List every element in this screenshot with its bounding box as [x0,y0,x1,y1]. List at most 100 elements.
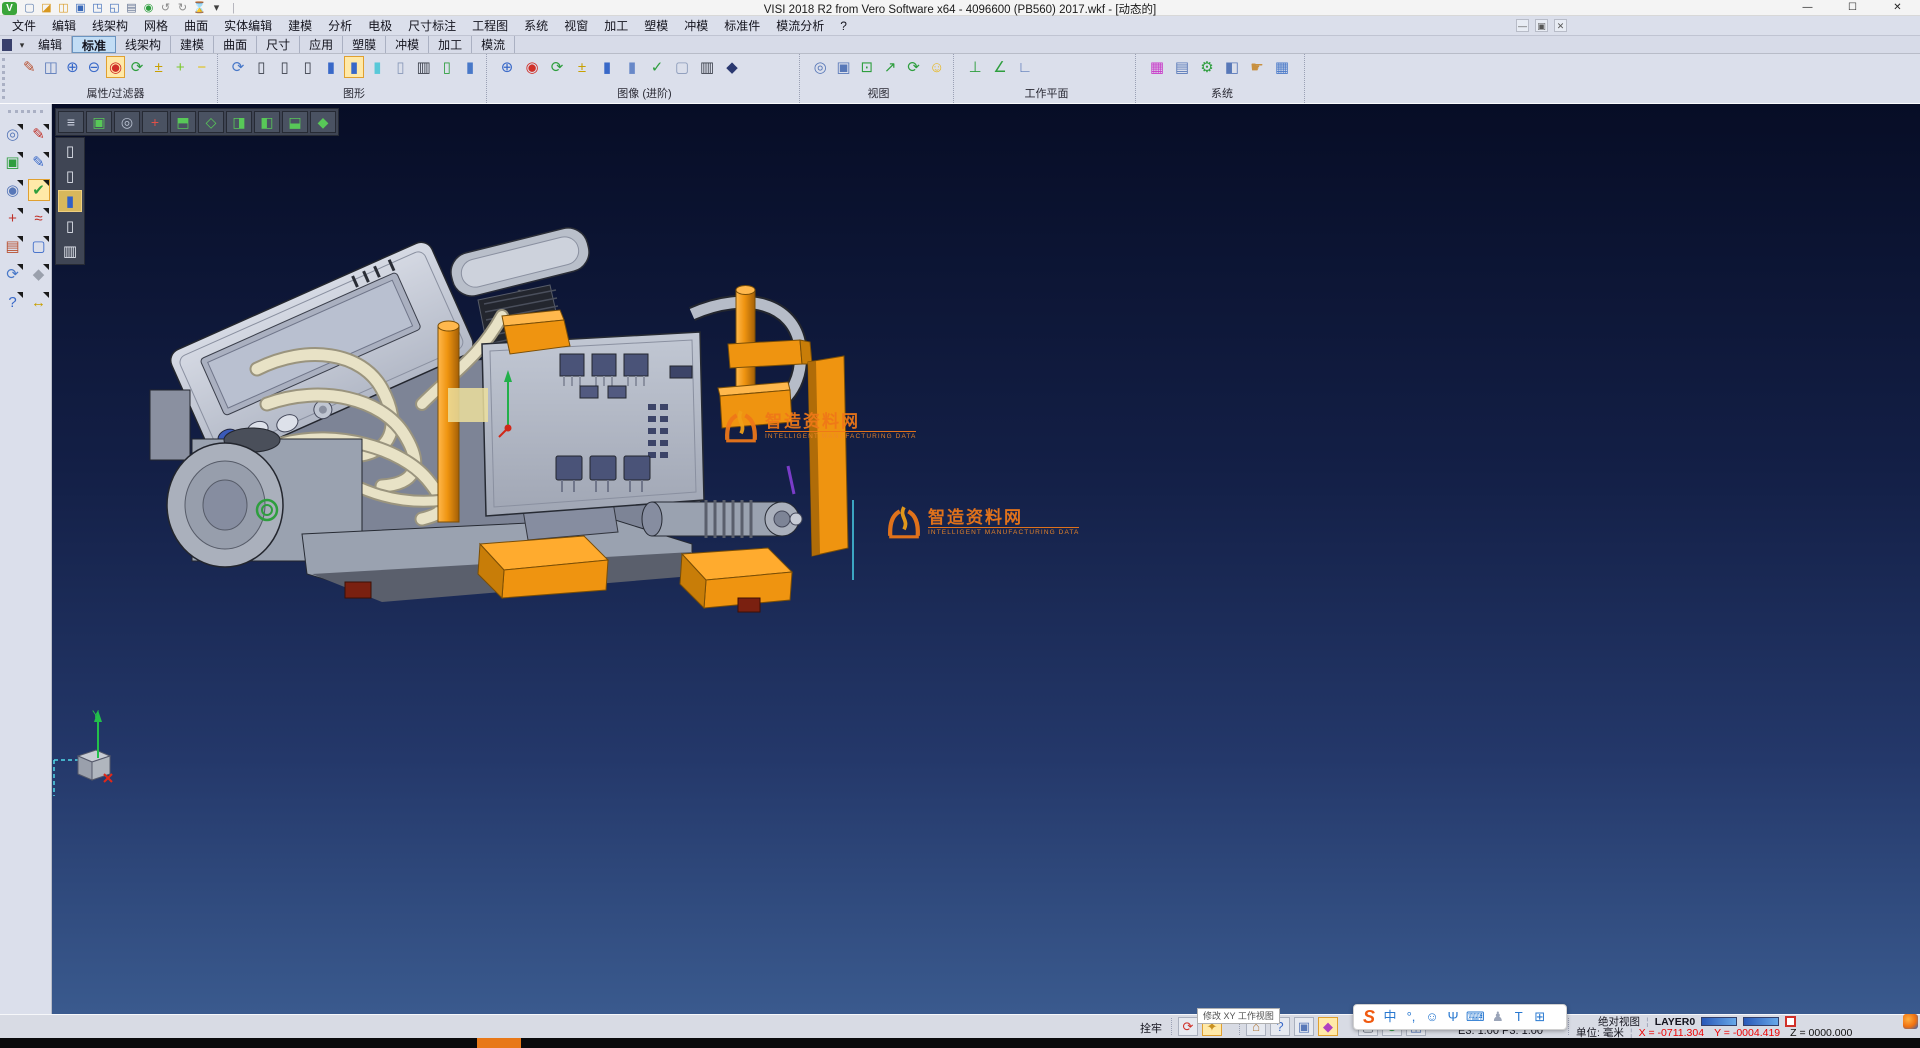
ribbon-grip[interactable] [2,58,6,99]
zoom-window-icon[interactable]: ▣ [833,56,853,78]
erase-entities-icon[interactable]: ✎ [28,123,50,145]
ime-toolbox-icon[interactable]: ⊞ [1532,1005,1548,1029]
3d-model-view[interactable] [52,104,1920,1014]
menu-建模[interactable]: 建模 [280,15,320,36]
measure-distance-icon[interactable]: ↔ [28,291,50,313]
menu-?[interactable]: ? [832,17,855,35]
visi-app-logo[interactable]: V [2,2,17,15]
shade-mode-icon[interactable]: ◆ [28,263,50,285]
save-as-icon[interactable]: ◳ [89,1,106,16]
tab-编辑[interactable]: 编辑 [29,36,72,53]
layer-style-shaded-icon[interactable]: ▮ [58,190,82,212]
tab-线架构[interactable]: 线架构 [116,36,171,53]
layer-style-ghost-icon[interactable]: ▯ [58,215,82,237]
view-left-icon[interactable]: ◧ [254,111,280,133]
tab-建模[interactable]: 建模 [171,36,214,53]
save-all-icon[interactable]: ◱ [106,1,123,16]
adv-filter-icon[interactable]: ◉ [521,56,543,78]
layer-color-swatch[interactable] [1701,1017,1737,1026]
view-right-icon[interactable]: ◨ [226,111,252,133]
window-layout-icon[interactable]: ▢ [28,235,50,257]
mdi-restore-icon[interactable]: ▣ [1535,19,1548,32]
adv-check-icon[interactable]: ✓ [646,56,668,78]
tab-dropdown-icon[interactable]: ▾ [15,36,29,53]
maximize-button[interactable]: ☐ [1830,0,1875,16]
transparent-cylinder-icon[interactable]: ▮ [367,56,387,78]
redo-icon[interactable]: ↻ [174,1,191,16]
wireframe-cylinder-icon[interactable]: ▯ [251,56,271,78]
panel-grip[interactable] [8,110,43,113]
menu-塑模[interactable]: 塑模 [636,15,676,36]
layer-style-hatch-icon[interactable]: ▥ [58,240,82,262]
close-button[interactable]: ✕ [1875,0,1920,16]
view-isometric-icon[interactable]: ◆ [310,111,336,133]
ime-chinese-mode-icon[interactable]: 中 [1382,1005,1398,1029]
menu-工程图[interactable]: 工程图 [464,15,516,36]
adv-show-icon[interactable]: ⊕ [496,56,518,78]
tab-模流[interactable]: 模流 [472,36,515,53]
macro-record-icon[interactable]: ⌛ [191,1,208,16]
adv-refresh-icon[interactable]: ⟳ [546,56,568,78]
color-palette-icon[interactable]: ▦ [1146,56,1168,78]
window-config-icon[interactable]: ◧ [1221,56,1243,78]
view-menu-icon[interactable]: ≡ [58,111,84,133]
attribute-books-icon[interactable]: ▤ [2,235,24,257]
ime-account-icon[interactable]: ♟ [1490,1005,1506,1029]
workplane-standard-icon[interactable]: ⊥ [964,56,986,78]
tab-塑膜[interactable]: 塑膜 [343,36,386,53]
show-entities-icon[interactable]: ⊕ [63,56,82,78]
move-ucs-icon[interactable]: + [2,207,24,229]
render-view-icon[interactable]: ☺ [927,56,947,78]
vp-zoom-dynamic-icon[interactable]: ◎ [114,111,140,133]
view-wireframe-icon[interactable]: ◇ [198,111,224,133]
pen-color-icon[interactable] [1785,1016,1796,1027]
print-preview-icon[interactable]: ◉ [140,1,157,16]
workplane-entity-icon[interactable]: ∠ [989,56,1011,78]
element-attributes-icon[interactable]: ✎ [20,56,39,78]
regen-cylinder-icon[interactable]: ▯ [437,56,457,78]
ime-keyboard-icon[interactable]: ⌨ [1466,1005,1485,1029]
tab-标准[interactable]: 标准 [72,36,116,53]
tab-曲面[interactable]: 曲面 [214,36,257,53]
adv-hatch-icon[interactable]: ▥ [696,56,718,78]
edit-spline-icon[interactable]: ≈ [28,207,50,229]
shaded-edges-cylinder-icon[interactable]: ▮ [344,56,364,78]
confirm-selection-icon[interactable]: ✔ [28,179,50,201]
menu-文件[interactable]: 文件 [4,15,44,36]
refresh-visibility-icon[interactable]: ⟳ [128,56,147,78]
ghost-cylinder-icon[interactable]: ▯ [390,56,410,78]
dashed-cylinder-icon[interactable]: ▯ [298,56,318,78]
menu-加工[interactable]: 加工 [596,15,636,36]
print-icon[interactable]: ▤ [123,1,140,16]
menu-尺寸标注[interactable]: 尺寸标注 [400,15,464,36]
attribute-filter-icon[interactable]: ◫ [42,56,61,78]
ime-punctuation-icon[interactable]: °, [1403,1005,1419,1029]
view-front-icon[interactable]: ⬓ [282,111,308,133]
selection-box-icon[interactable]: ▣ [2,151,24,173]
menu-实体编辑[interactable]: 实体编辑 [216,15,280,36]
grid-settings-icon[interactable]: ▦ [1271,56,1293,78]
zoom-selection-icon[interactable]: ◎ [2,123,24,145]
menu-标准件[interactable]: 标准件 [716,15,768,36]
workplane-modify-icon[interactable]: ∟ [1014,56,1036,78]
assembly-cubes-icon[interactable]: ▣ [1294,1017,1314,1036]
hide-all-icon[interactable]: − [193,56,212,78]
menu-线架构[interactable]: 线架构 [84,15,136,36]
ime-skin-icon[interactable]: T [1511,1005,1527,1029]
sogou-logo-icon[interactable]: S [1361,1005,1377,1029]
selection-hand-icon[interactable]: ☛ [1246,56,1268,78]
shaded-cube-toggle-icon[interactable]: ◆ [1318,1017,1338,1036]
open-folder-icon[interactable]: ◪ [38,1,55,16]
layer-style-hidden-icon[interactable]: ▯ [58,165,82,187]
layer-style-wire-icon[interactable]: ▯ [58,140,82,162]
toggle-visibility-icon[interactable]: ± [149,56,168,78]
import-file-icon[interactable]: ◫ [55,1,72,16]
tab-尺寸[interactable]: 尺寸 [257,36,300,53]
calculator-icon[interactable]: ▤ [1171,56,1193,78]
show-all-icon[interactable]: + [171,56,190,78]
adv-toggle-icon[interactable]: ± [571,56,593,78]
new-file-icon[interactable]: ▢ [21,1,38,16]
ime-emoji-icon[interactable]: ☺ [1424,1005,1440,1029]
ime-voice-icon[interactable]: Ψ [1445,1005,1461,1029]
hatched-cylinder-icon[interactable]: ▥ [414,56,434,78]
